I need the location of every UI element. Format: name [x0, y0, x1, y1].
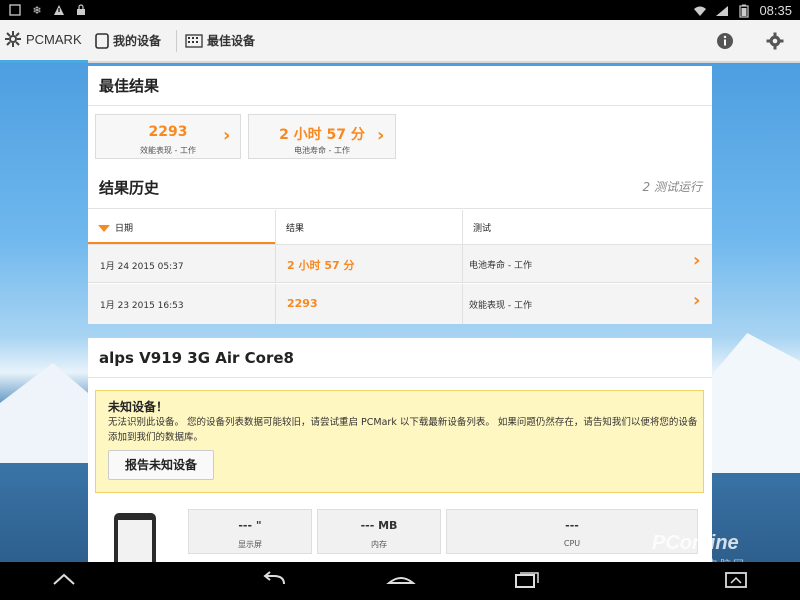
column-divider [462, 284, 463, 324]
system-nav-bar [0, 562, 800, 600]
column-test-label: 测试 [473, 224, 492, 234]
recent-apps-icon[interactable] [514, 570, 540, 590]
signal-icon [715, 4, 729, 18]
tab-divider [176, 30, 177, 52]
clock: 08:35 [759, 3, 792, 18]
battery-icon [737, 4, 751, 18]
spec-memory: --- MB 内存 [317, 509, 441, 554]
back-icon[interactable] [260, 570, 288, 590]
screenshot-icon[interactable] [724, 570, 748, 590]
tab-best-devices-label: 最佳设备 [207, 34, 256, 48]
best-results-title: 最佳结果 [99, 77, 160, 95]
warning-text: 无法识别此设备。 您的设备列表数据可能较旧，请尝试重启 PCMark 以下载最新… [108, 417, 698, 443]
app-bar: PCMARK 我的设备 最佳设备 [0, 20, 800, 63]
best-card-label: 效能表现 - 工作 [140, 146, 196, 155]
device-icon [95, 32, 109, 49]
keyboard-icon [185, 33, 203, 48]
mountain-right [712, 333, 800, 473]
best-card-battery[interactable]: 2 小时 57 分 电池寿命 - 工作 › [248, 114, 396, 159]
home-icon[interactable] [386, 570, 416, 590]
table-row[interactable]: 1月 24 2015 05:37 2 小时 57 分 电池寿命 - 工作 › [88, 245, 712, 283]
tab-best-devices[interactable]: 最佳设备 [185, 32, 255, 49]
column-divider [275, 245, 276, 283]
row-date: 1月 24 2015 05:37 [100, 262, 184, 272]
report-unknown-device-button[interactable]: 报告未知设备 [108, 450, 214, 480]
collapse-icon[interactable] [52, 570, 76, 590]
row-date: 1月 23 2015 16:53 [100, 301, 184, 311]
column-result-label: 结果 [286, 224, 305, 234]
lock-icon [74, 3, 88, 17]
unknown-device-warning: 未知设备！ 无法识别此设备。 您的设备列表数据可能较旧，请尝试重启 PCMark… [95, 390, 704, 493]
pcmark-logo[interactable]: PCMARK [4, 30, 82, 48]
warning-icon [52, 3, 66, 17]
chevron-right-icon: › [223, 125, 231, 146]
spec-label: 内存 [371, 540, 387, 549]
row-result: 2293 [287, 297, 318, 310]
best-card-performance[interactable]: 2293 效能表现 - 工作 › [95, 114, 241, 159]
table-row[interactable]: 1月 23 2015 16:53 2293 效能表现 - 工作 › [88, 284, 712, 324]
warning-title: 未知设备！ [108, 400, 169, 414]
app-title: PCMARK [26, 31, 82, 47]
tab-my-device[interactable]: 我的设备 [95, 32, 161, 49]
device-name: alps V919 3G Air Core8 [99, 349, 294, 367]
history-title: 结果历史 [99, 179, 160, 197]
tab-my-device-label: 我的设备 [113, 34, 162, 48]
column-date-label: 日期 [115, 224, 134, 234]
spec-value: --- MB [360, 519, 398, 532]
column-divider [275, 284, 276, 324]
wifi-icon [693, 4, 707, 18]
pcmark-logo-icon [5, 31, 21, 47]
chevron-right-icon: › [693, 290, 701, 311]
column-result[interactable]: 结果 [276, 210, 462, 244]
notification-icon [8, 3, 22, 17]
best-results-header [88, 66, 712, 106]
row-result: 2 小时 57 分 [287, 259, 355, 272]
info-icon[interactable] [716, 32, 734, 50]
phone-icon [114, 513, 156, 562]
watermark-logo: PConline [652, 532, 739, 554]
row-test: 效能表现 - 工作 [469, 301, 532, 311]
mountain-left [0, 363, 88, 463]
column-test[interactable]: 测试 [463, 210, 712, 244]
spec-display: --- " 显示屏 [188, 509, 312, 554]
best-card-value: 2293 [148, 124, 188, 140]
history-count: 2 测试运行 [642, 180, 702, 194]
spec-label: 显示屏 [238, 540, 262, 549]
column-divider [462, 245, 463, 283]
sort-desc-icon [98, 225, 110, 232]
status-bar: ❄ 08:35 [0, 0, 800, 20]
spec-value: --- " [238, 519, 262, 532]
snowflake-icon: ❄ [32, 3, 42, 17]
chevron-right-icon: › [693, 250, 701, 271]
spec-value: --- [565, 519, 579, 532]
chevron-right-icon: › [377, 125, 385, 146]
row-test: 电池寿命 - 工作 [469, 261, 532, 271]
settings-icon[interactable] [766, 32, 784, 50]
column-date[interactable]: 日期 [88, 210, 275, 244]
best-card-value: 2 小时 57 分 [279, 127, 365, 143]
best-card-label: 电池寿命 - 工作 [294, 146, 350, 155]
